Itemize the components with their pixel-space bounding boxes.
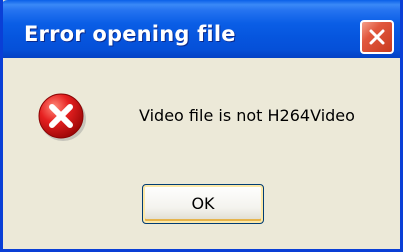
- error-message: Video file is not H264Video: [139, 106, 355, 125]
- error-dialog: Error opening file Video file is not H26…: [0, 0, 403, 252]
- close-icon: [369, 29, 385, 45]
- title-bar[interactable]: Error opening file: [3, 0, 400, 58]
- ok-button[interactable]: OK: [142, 184, 264, 224]
- close-button[interactable]: [360, 20, 394, 54]
- error-icon: [38, 93, 86, 141]
- dialog-content: Video file is not H264Video OK: [3, 58, 400, 249]
- window-title: Error opening file: [24, 22, 236, 46]
